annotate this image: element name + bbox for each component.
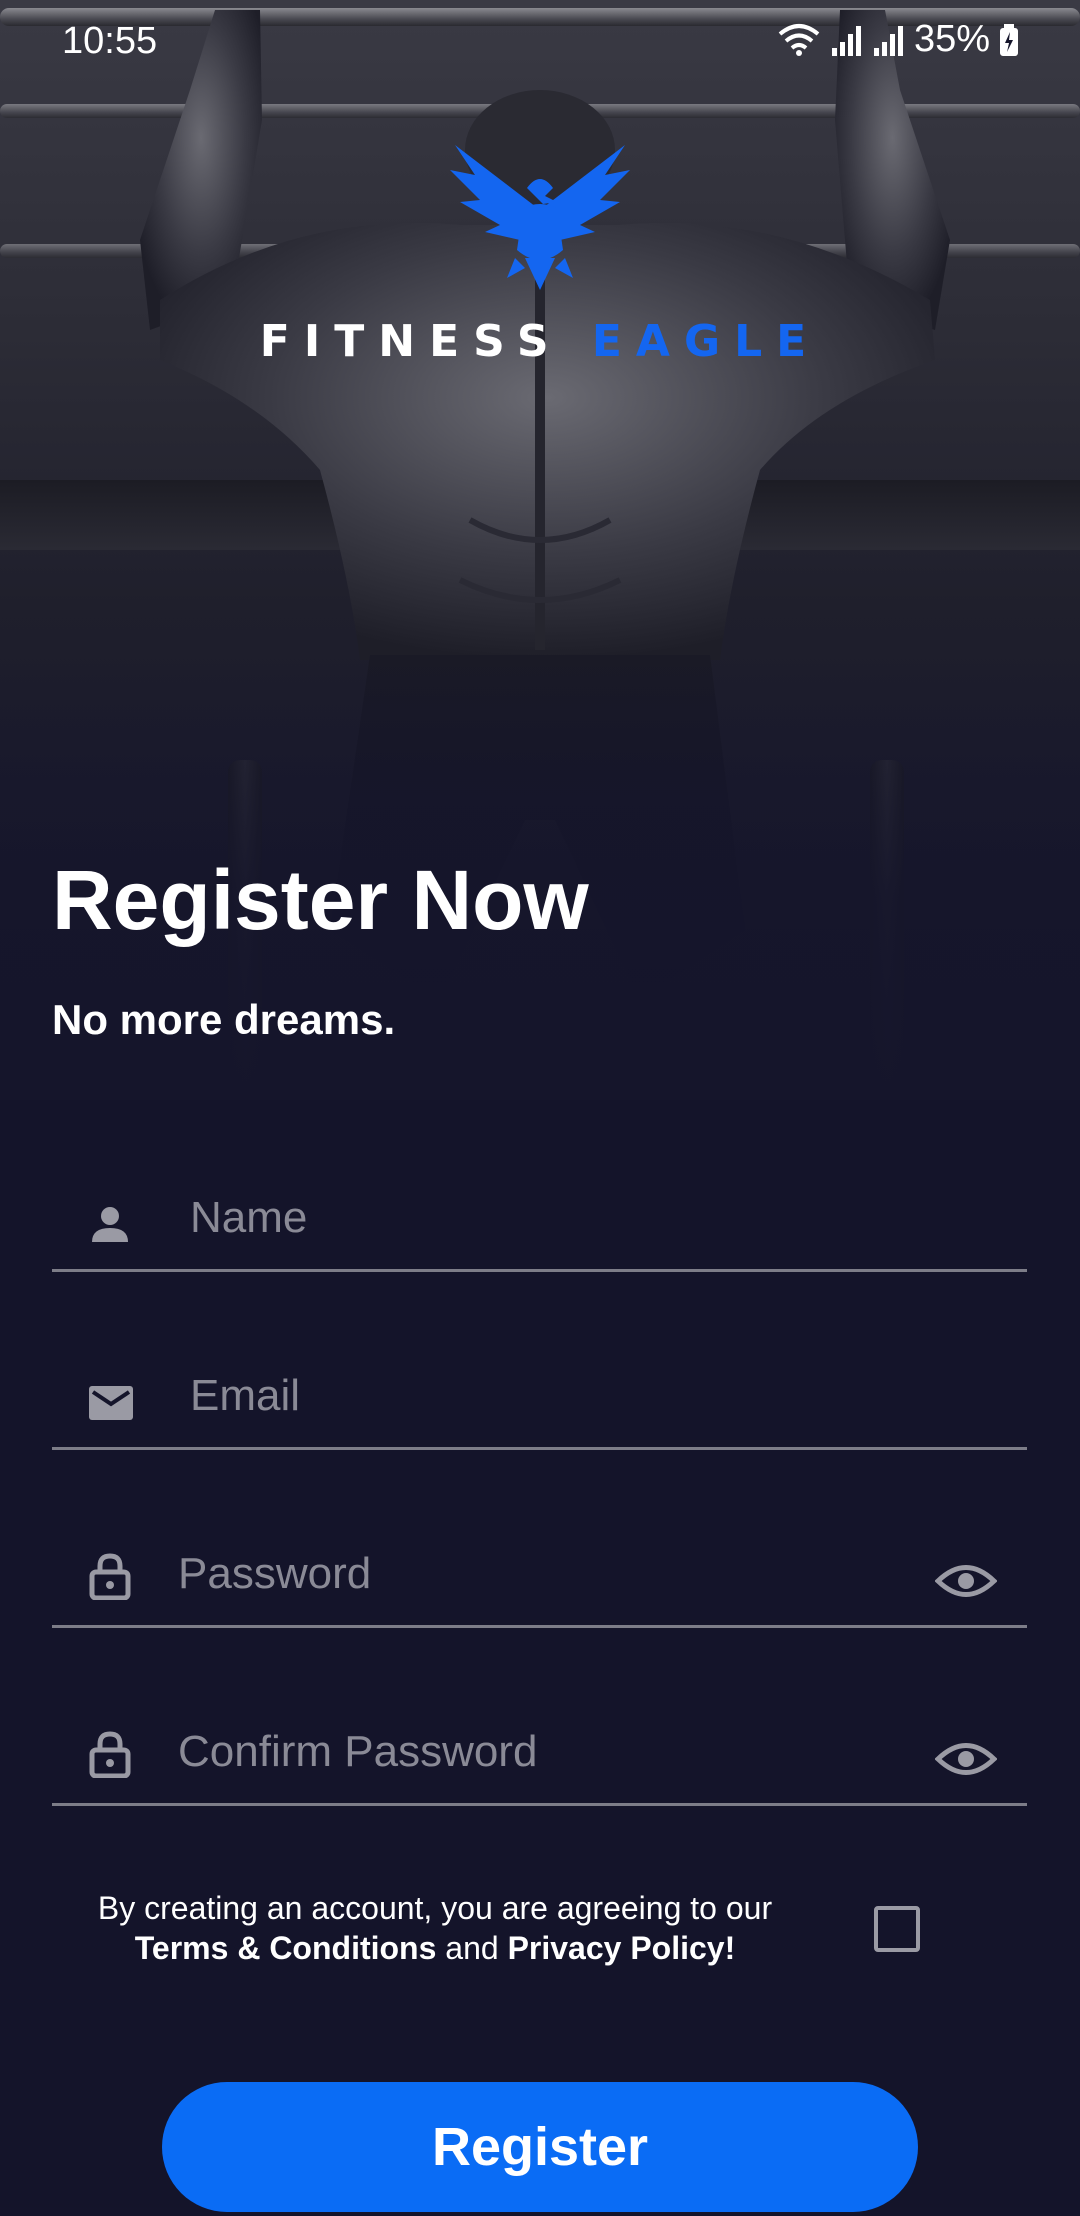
email-field <box>52 1340 1027 1450</box>
signal-icon <box>873 25 903 56</box>
eagle-icon <box>450 145 630 290</box>
page-subtitle: No more dreams. <box>52 996 396 1043</box>
lock-icon <box>89 1731 131 1778</box>
confirm-password-field <box>52 1696 1027 1806</box>
brand-name-eagle: EAGLE <box>591 316 821 367</box>
terms-conditions-link[interactable]: Terms & Conditions <box>135 1930 437 1966</box>
status-time: 10:55 <box>62 20 158 62</box>
battery-percent: 35% <box>913 18 990 60</box>
page-title: Register Now <box>52 853 589 947</box>
register-button[interactable]: Register <box>162 2082 918 2212</box>
battery-charging-icon <box>1000 23 1018 56</box>
password-field <box>52 1518 1027 1628</box>
privacy-policy-link[interactable]: Privacy Policy! <box>508 1930 736 1966</box>
email-input[interactable] <box>190 1366 870 1426</box>
status-icons: 35% <box>776 18 1020 61</box>
name-input[interactable] <box>190 1188 870 1248</box>
terms-connector: and <box>445 1930 499 1966</box>
signal-icon <box>831 25 861 56</box>
brand-name: FITNESS EAGLE <box>0 316 1080 367</box>
password-input[interactable] <box>178 1544 858 1604</box>
terms-checkbox[interactable] <box>874 1906 920 1952</box>
brand-name-fitness: FITNESS <box>259 316 563 367</box>
show-confirm-password-eye-icon[interactable] <box>935 1738 997 1780</box>
status-bar: 10:55 35% <box>0 0 1080 84</box>
person-icon <box>92 1207 128 1242</box>
terms-line: By creating an account, you are agreeing… <box>97 1890 773 1926</box>
brand-logo: FITNESS EAGLE <box>0 140 1080 367</box>
wifi-icon <box>778 23 820 56</box>
mail-icon <box>89 1386 133 1420</box>
terms-links-line: Terms & Conditions and Privacy Policy! <box>70 1928 800 1968</box>
show-password-eye-icon[interactable] <box>935 1560 997 1602</box>
terms-agreement-text: By creating an account, you are agreeing… <box>70 1888 800 1968</box>
confirm-password-input[interactable] <box>178 1722 858 1782</box>
lock-icon <box>89 1553 131 1600</box>
name-field <box>52 1162 1027 1272</box>
